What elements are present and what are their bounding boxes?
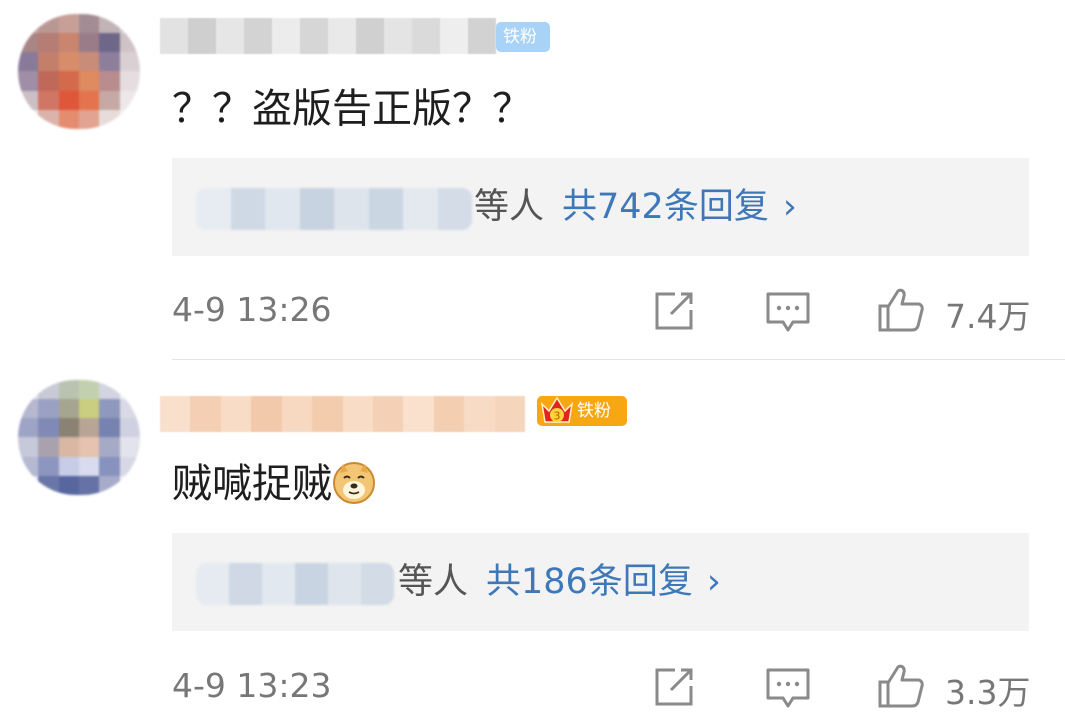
- doge-emoji: [333, 462, 375, 504]
- like-count: 3.3万: [945, 673, 1031, 712]
- reply-summary[interactable]: 等人 共186条回复 ›: [172, 533, 1029, 631]
- reply-suffix: 等人: [398, 562, 469, 602]
- comment-item: 3 铁粉 贼喊捉贼 等人 共186条回复 › 4-9 13:23 3.3万: [0, 360, 1065, 716]
- share-icon[interactable]: [651, 288, 697, 334]
- fan-badge-label: 铁粉: [577, 401, 611, 421]
- username-blurred[interactable]: [160, 18, 496, 54]
- like-count: 7.4万: [945, 297, 1031, 336]
- avatar[interactable]: [18, 14, 140, 129]
- like-icon[interactable]: [877, 662, 925, 710]
- reply-count-link[interactable]: 共186条回复: [486, 562, 693, 602]
- replier-names-blurred: [196, 563, 394, 605]
- reply-count-link[interactable]: 共742条回复: [562, 187, 769, 227]
- share-icon[interactable]: [651, 664, 697, 710]
- svg-text:3: 3: [554, 410, 561, 423]
- chevron-right-icon[interactable]: ›: [707, 562, 721, 602]
- username-blurred[interactable]: [160, 396, 526, 432]
- comment-item: 铁粉 ？？盗版告正版？？ 等人 共742条回复 › 4-9 13:26 7.4万: [0, 0, 1065, 360]
- timestamp: 4-9 13:23: [172, 666, 332, 705]
- fan-badge: 铁粉: [496, 22, 550, 52]
- reply-line: 等人 共742条回复 ›: [474, 182, 797, 232]
- comment-text: ？？盗版告正版？？: [172, 86, 532, 132]
- reply-suffix: 等人: [474, 187, 545, 227]
- fan-badge: 3 铁粉: [537, 396, 627, 426]
- like-icon[interactable]: [877, 286, 925, 334]
- reply-line: 等人 共186条回复 ›: [398, 557, 721, 607]
- replier-names-blurred: [196, 188, 472, 230]
- timestamp: 4-9 13:26: [172, 290, 332, 329]
- comment-text: 贼喊捉贼: [172, 460, 376, 508]
- reply-summary[interactable]: 等人 共742条回复 ›: [172, 158, 1029, 256]
- comment-text-content: 贼喊捉贼: [172, 461, 332, 507]
- avatar[interactable]: [18, 380, 140, 495]
- comment-icon[interactable]: [765, 290, 811, 336]
- comment-icon[interactable]: [765, 666, 811, 712]
- crown-icon: 3: [540, 396, 574, 423]
- chevron-right-icon[interactable]: ›: [783, 187, 797, 227]
